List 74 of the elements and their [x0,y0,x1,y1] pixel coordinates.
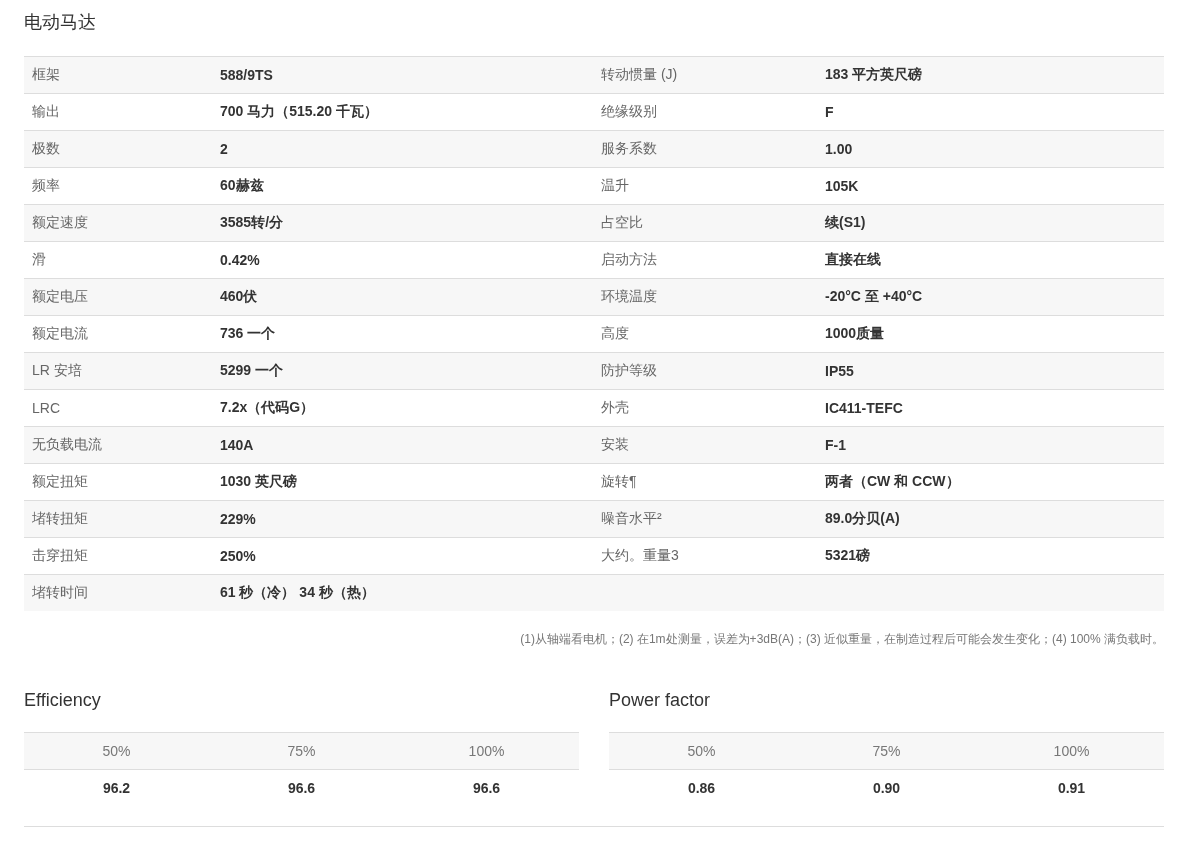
spec-label: 额定扭矩 [31,473,89,491]
spec-value: F-1 [824,437,847,453]
table-cell-text: 96.6 [471,779,502,798]
spec-label: 额定速度 [31,214,89,232]
spec-value: 460伏 [219,288,259,306]
spec-label: 堵转扭矩 [31,510,89,528]
spec-value: 736 一个 [219,325,277,343]
spec-value: 3585转/分 [219,214,285,232]
spec-value: 1.00 [824,141,854,157]
section-title: 电动马达 [24,11,97,34]
spec-value: 1030 英尺磅 [219,473,299,491]
footnote: (1)从轴端看电机；(2) 在1m处测量，误差为+3dB(A)；(3) 近似重量，在制造过程后可能会发生变化；(4) 100% 满负载时。 [520,632,1164,646]
spec-label: 滑 [31,251,47,269]
spec-value: 700 马力（515.20 千瓦） [219,103,379,121]
table-cell-text: 0.86 [686,779,717,798]
table-cell-text: 0.91 [1056,779,1087,798]
spec-label: LRC [31,400,61,416]
spec-value: 588/9TS [219,67,274,83]
spec-value: 5299 一个 [219,362,285,380]
column-header: 75% [794,732,979,770]
spec-value: 续(S1) [824,214,867,232]
spec-label: 噪音水平² [600,510,663,528]
spec-label: 无负载电流 [31,436,103,454]
spec-value: 250% [219,548,257,564]
spec-label: 转动惯量 (J) [600,66,679,84]
table-title: Efficiency [24,689,102,712]
spec-value: 183 平方英尺磅 [824,66,924,84]
spec-label: 启动方法 [600,251,658,269]
spec-value: -20°C 至 +40°C [824,288,924,306]
spec-value: 61 秒（冷） 34 秒（热） [219,584,376,602]
spec-value: F [824,104,835,120]
spec-label: 旋转¶ [600,473,638,491]
spec-label: 额定电流 [31,325,89,343]
spec-value: 7.2x（代码G） [219,399,316,417]
column-header: 75% [209,732,394,770]
spec-value: IC411-TEFC [824,400,904,416]
spec-label: 频率 [31,177,61,195]
spec-value: 105K [824,178,860,194]
spec-value: 60赫兹 [219,177,265,195]
spec-label: 防护等级 [600,362,658,380]
column-header: 50% [609,732,794,770]
spec-value: 两者（CW 和 CCW） [824,473,961,491]
column-header: 100% [394,732,579,770]
spec-value: 140A [219,437,255,453]
spec-label: 极数 [31,140,61,158]
spec-label: 额定电压 [31,288,89,306]
spec-label: 环境温度 [600,288,658,306]
spec-value: 89.0分贝(A) [824,510,901,528]
spec-label: 服务系数 [600,140,658,158]
spec-label: 击穿扭矩 [31,547,89,565]
spec-value: 5321磅 [824,547,872,565]
table-title: Power factor [609,689,712,712]
spec-label: 安装 [600,436,630,454]
spec-label: 框架 [31,66,61,84]
spec-label: 堵转时间 [31,584,89,602]
spec-value: 1000质量 [824,325,886,343]
spec-label: 温升 [600,177,630,195]
table-cell-text: 96.2 [101,779,132,798]
spec-value: 229% [219,511,257,527]
spec-label: 高度 [600,325,630,343]
column-header: 50% [24,732,209,770]
spec-label: 占空比 [600,214,644,232]
column-header: 100% [979,732,1164,770]
spec-value: 直接在线 [824,251,882,269]
spec-value: 2 [219,141,229,157]
spec-label: 大约。重量3 [600,547,680,565]
table-cell-text: 96.6 [286,779,317,798]
spec-label: 输出 [31,103,61,121]
spec-value: 0.42% [219,252,261,268]
spec-label: LR 安培 [31,362,83,380]
table-cell-text: 0.90 [871,779,902,798]
spec-label: 外壳 [600,399,630,417]
spec-value: IP55 [824,363,855,379]
spec-label: 绝缘级别 [600,103,658,121]
